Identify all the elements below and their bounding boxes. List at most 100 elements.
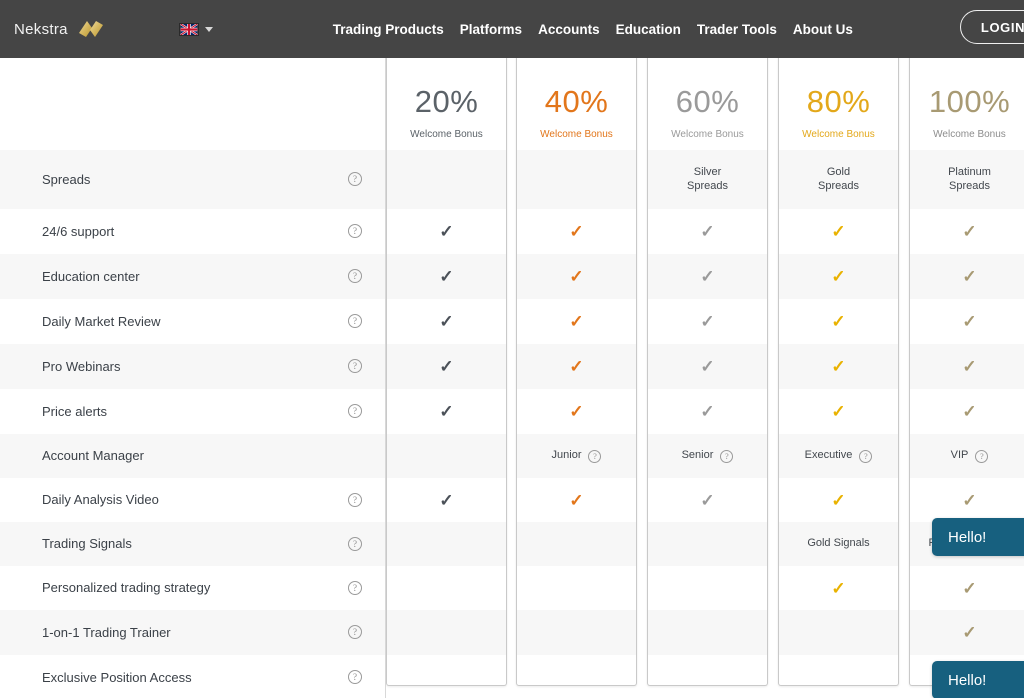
plan-cell xyxy=(648,610,767,655)
check-icon: ✓ xyxy=(831,402,846,421)
plan-cell: ✓ xyxy=(648,209,767,254)
plan-cell-text: Silver Spreads xyxy=(687,165,728,192)
plan-cell: ✓ xyxy=(648,299,767,344)
plan-cell xyxy=(648,522,767,566)
feature-row: Account Manager xyxy=(0,434,386,478)
page-root: BASIC20%Welcome Bonus✓✓✓✓✓✓BRONZE40%Welc… xyxy=(0,0,1024,698)
feature-label: Price alerts xyxy=(42,403,108,419)
plan-cell: Gold Spreads xyxy=(779,150,898,209)
feature-label: 24/6 support xyxy=(42,223,115,239)
question-mark-icon[interactable]: ? xyxy=(348,359,362,373)
feature-label: 1-on-1 Trading Trainer xyxy=(42,624,171,640)
check-icon: ✓ xyxy=(962,222,977,241)
nav-link-trading-products[interactable]: Trading Products xyxy=(325,22,452,37)
nav-links: Trading Products Platforms Accounts Educati… xyxy=(325,22,861,37)
plan-card-bronze[interactable]: BRONZE40%Welcome Bonus✓✓✓✓✓Junior?✓ xyxy=(516,12,637,686)
plan-cell-text-with-info: Junior? xyxy=(552,449,602,463)
check-icon: ✓ xyxy=(831,222,846,241)
plan-cell-stack: ✓ ✓ ✓ ✓ ✓ ✓ xyxy=(387,150,506,685)
check-icon: ✓ xyxy=(439,267,454,286)
check-icon: ✓ xyxy=(700,312,715,331)
plan-cell-text: Gold Signals xyxy=(807,537,870,550)
plan-cell: ✓ xyxy=(517,254,636,299)
plan-cell xyxy=(517,610,636,655)
plan-cell-text: Junior xyxy=(551,449,582,462)
feature-label: Pro Webinars xyxy=(42,358,121,374)
check-icon: ✓ xyxy=(439,222,454,241)
question-mark-icon[interactable]: ? xyxy=(859,449,873,463)
feature-rows: Spreads? 24/6 support? Education center? Da… xyxy=(0,150,386,698)
plan-cell-stack: Gold Spreads ✓ ✓ ✓ ✓ ✓ Executive? ✓ Gold Signals ✓ xyxy=(779,150,898,685)
check-icon: ✓ xyxy=(700,402,715,421)
uk-flag-icon xyxy=(178,22,199,36)
question-mark-icon[interactable]: ? xyxy=(720,449,734,463)
check-icon: ✓ xyxy=(569,357,584,376)
question-mark-icon[interactable]: ? xyxy=(975,449,989,463)
check-icon: ✓ xyxy=(831,267,846,286)
plan-bonus-label: Welcome Bonus xyxy=(933,129,1006,140)
question-mark-icon[interactable]: ? xyxy=(348,314,362,328)
plan-bonus-percent: 80% xyxy=(806,84,871,119)
plan-cell: ✓ xyxy=(517,389,636,434)
top-navbar: Nekstra Trading Products Platforms Accou… xyxy=(0,0,1024,58)
feature-row: Spreads? xyxy=(0,150,386,209)
nav-link-about-us[interactable]: About Us xyxy=(785,22,861,37)
nav-link-education[interactable]: Education xyxy=(608,22,689,37)
question-mark-icon[interactable]: ? xyxy=(348,224,362,238)
plan-card-silver[interactable]: SILVER60%Welcome BonusSilverSpreads✓✓✓✓✓… xyxy=(647,12,768,686)
plan-cell-text: Executive xyxy=(804,449,853,462)
plan-cell: Silver Spreads xyxy=(648,150,767,209)
plan-cell-text: Gold Spreads xyxy=(818,165,859,192)
plan-cell: Gold Signals xyxy=(779,522,898,566)
plan-card-platinum[interactable]: PLATINUM100%Welcome BonusPlatinumSpreads… xyxy=(909,12,1024,686)
nav-link-platforms[interactable]: Platforms xyxy=(452,22,530,37)
plan-cell: ✓ xyxy=(387,299,506,344)
feature-label: Personalized trading strategy xyxy=(42,580,211,595)
question-mark-icon[interactable]: ? xyxy=(348,536,362,551)
question-mark-icon[interactable]: ? xyxy=(348,492,362,507)
feature-row: Education center? xyxy=(0,254,386,299)
question-mark-icon[interactable]: ? xyxy=(348,625,362,639)
language-selector[interactable] xyxy=(178,22,213,36)
plan-cell xyxy=(517,150,636,209)
plan-cell-text: VIP xyxy=(950,449,969,462)
plan-card-basic[interactable]: BASIC20%Welcome Bonus✓✓✓✓✓✓ xyxy=(386,12,507,686)
plan-cell: Senior? xyxy=(648,434,767,478)
brand-logo[interactable]: Nekstra xyxy=(14,19,105,39)
feature-row: Price alerts? xyxy=(0,389,386,434)
login-button[interactable]: LOGIN xyxy=(960,10,1024,44)
plan-cell xyxy=(779,655,898,698)
plan-cell: ✓ xyxy=(387,344,506,389)
nav-link-accounts[interactable]: Accounts xyxy=(530,22,608,37)
question-mark-icon[interactable]: ? xyxy=(348,172,362,186)
plan-cell-stack: PlatinumSpreads✓✓✓✓✓VIP?✓Platinum Signal… xyxy=(910,150,1024,685)
plan-cell-text-with-info: VIP? xyxy=(951,449,989,463)
feature-row: Exclusive Position Access? xyxy=(0,655,386,698)
plan-card-gold[interactable]: GOLD80%Welcome BonusGoldSpreads✓✓✓✓✓Exec… xyxy=(778,12,899,686)
question-mark-icon[interactable]: ? xyxy=(348,670,362,684)
plan-cell xyxy=(387,522,506,566)
plan-cell: ✓ xyxy=(779,478,898,522)
check-icon: ✓ xyxy=(439,490,454,510)
plan-cell: ✓ xyxy=(910,389,1024,434)
question-mark-icon[interactable]: ? xyxy=(588,449,602,463)
plan-cell: ✓ xyxy=(517,478,636,522)
feature-label: Spreads xyxy=(42,171,91,187)
plan-cell xyxy=(648,655,767,698)
plan-cell: ✓ xyxy=(779,389,898,434)
plan-cell: ✓ xyxy=(910,344,1024,389)
question-mark-icon[interactable]: ? xyxy=(348,269,362,283)
plan-cell: ✓ xyxy=(517,299,636,344)
question-mark-icon[interactable]: ? xyxy=(348,580,362,595)
check-icon: ✓ xyxy=(569,402,584,421)
check-icon: ✓ xyxy=(700,267,715,286)
question-mark-icon[interactable]: ? xyxy=(348,404,362,418)
chat-bubble-top[interactable]: Hello! xyxy=(932,518,1024,556)
plan-bonus-label: Welcome Bonus xyxy=(540,129,613,140)
chevron-down-icon xyxy=(204,26,213,32)
nav-link-trader-tools[interactable]: Trader Tools xyxy=(689,22,785,37)
plan-cell xyxy=(387,610,506,655)
plan-cell: ✓ xyxy=(387,478,506,522)
plan-cell-stack: Silver Spreads ✓ ✓ ✓ ✓ ✓ Senior? ✓ xyxy=(648,150,767,685)
chat-bubble-bottom[interactable]: Hello! xyxy=(932,661,1024,698)
